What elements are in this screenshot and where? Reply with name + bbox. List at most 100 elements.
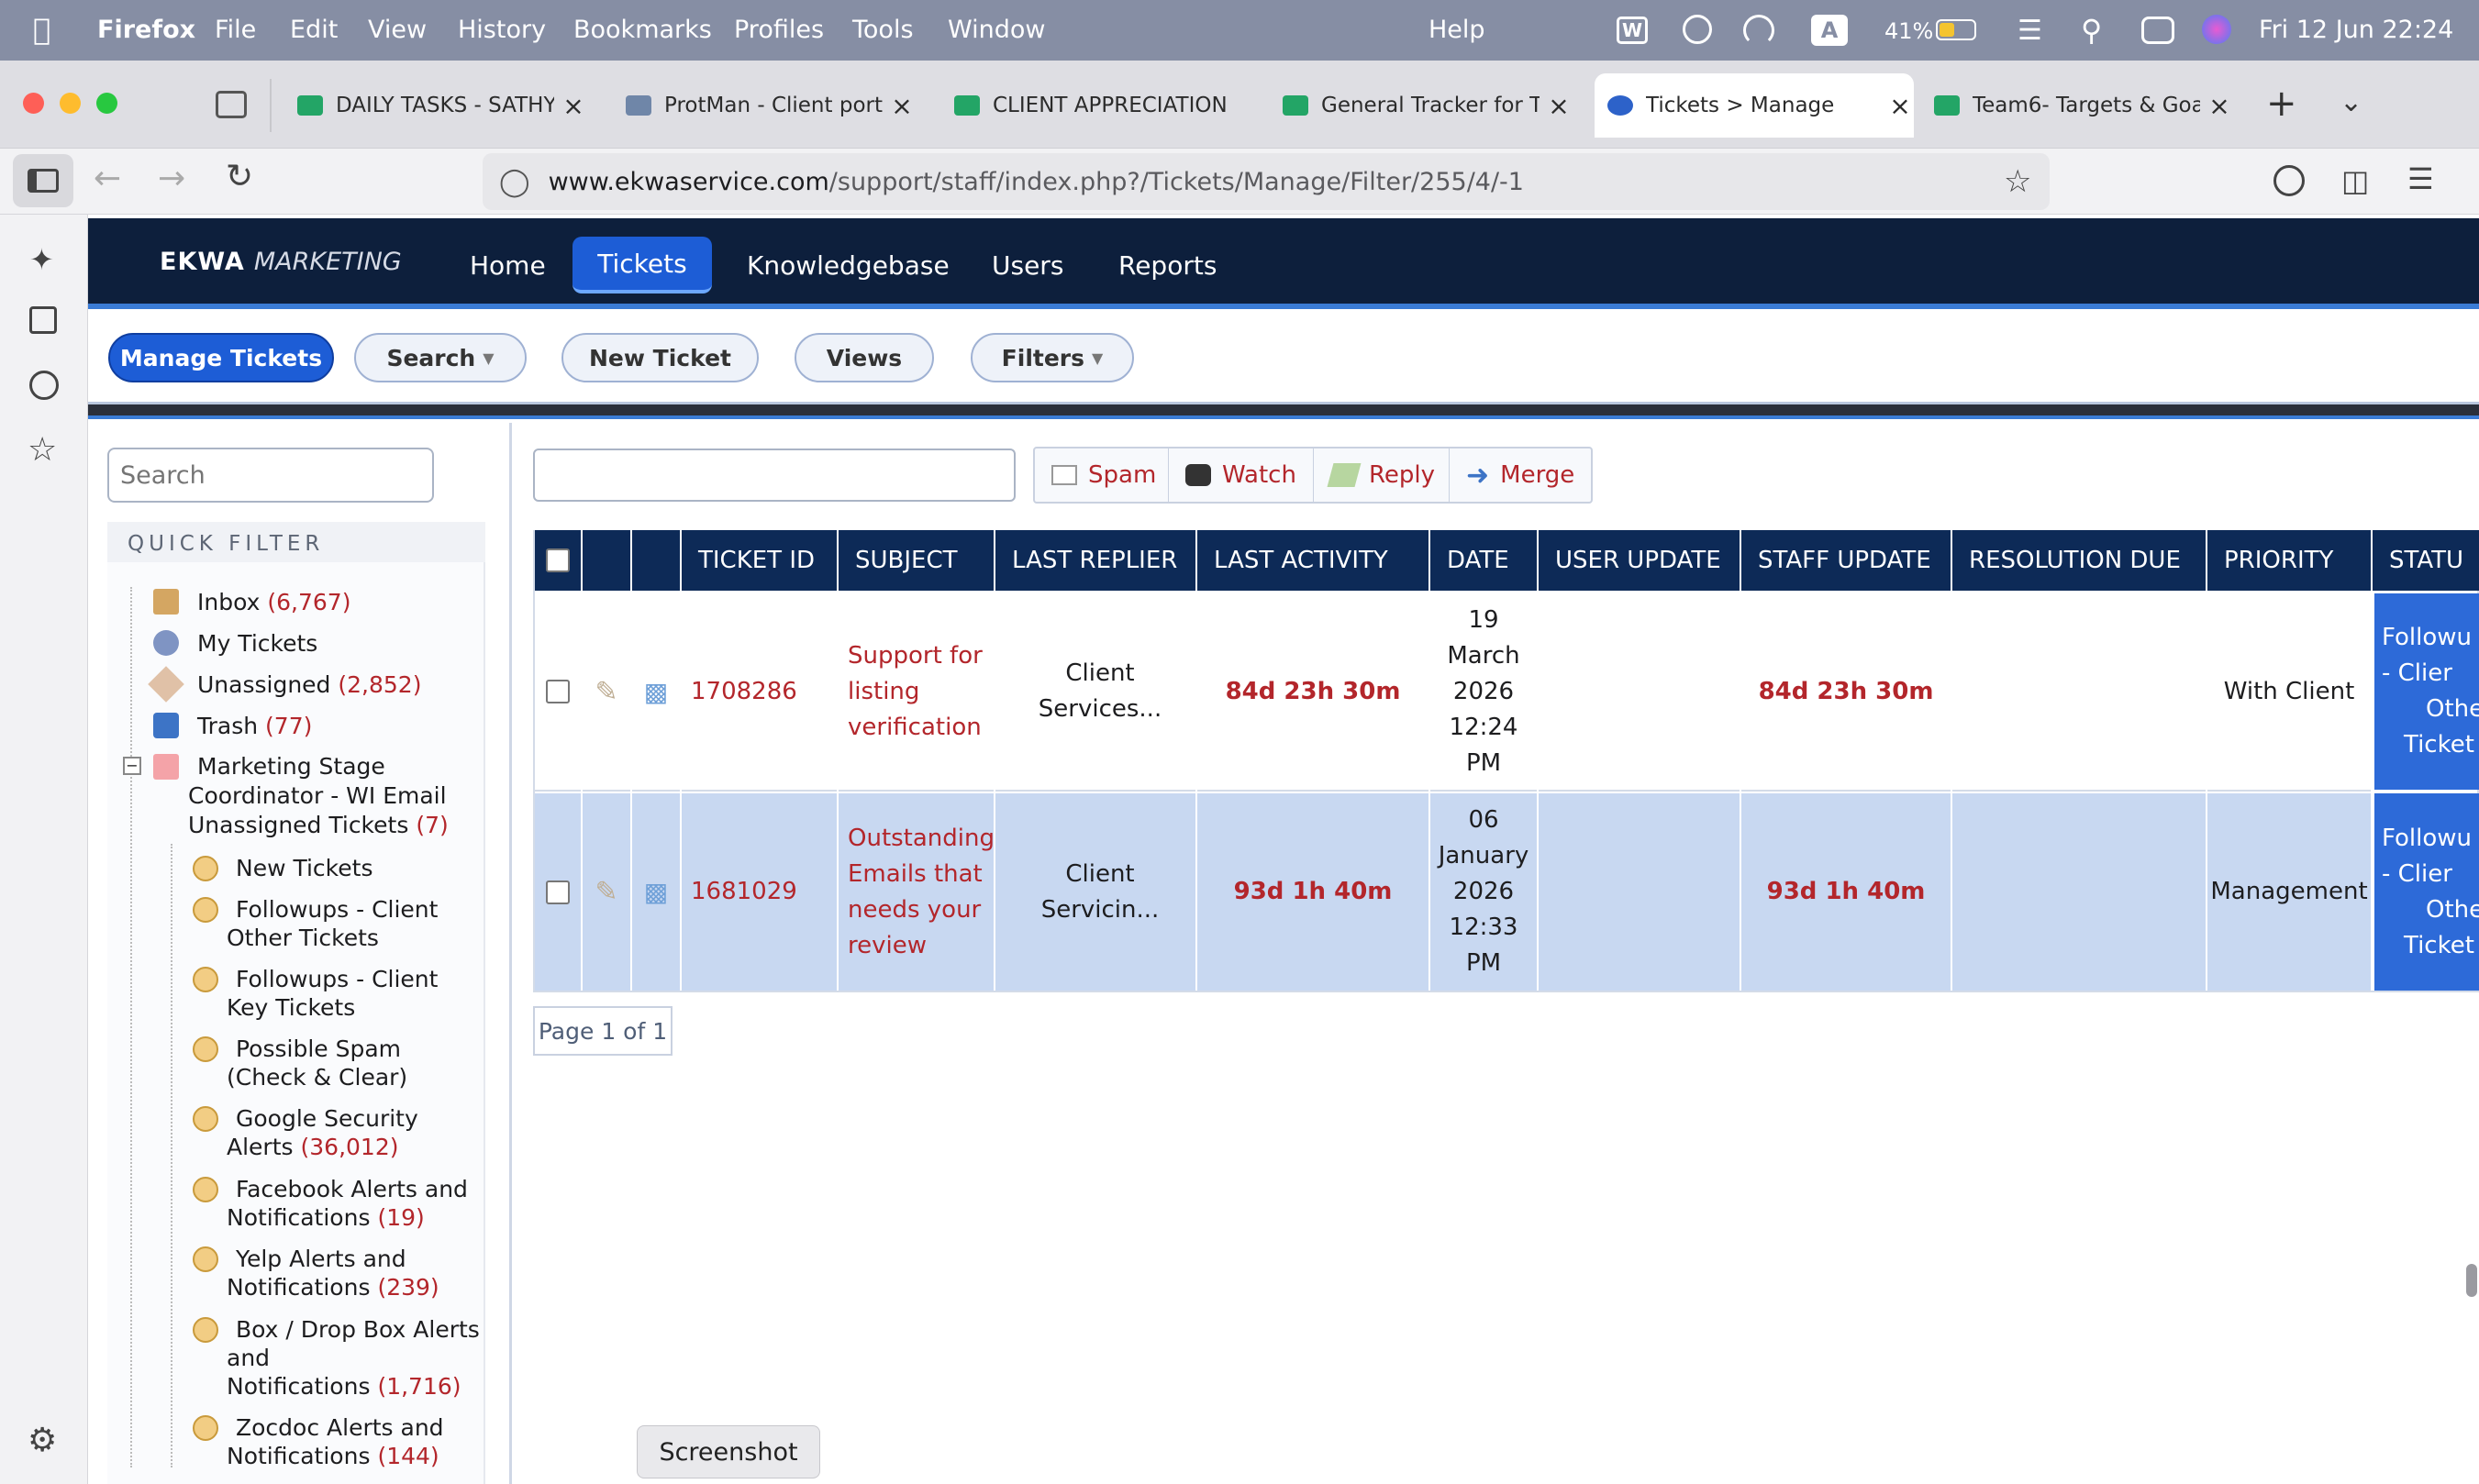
menu-profiles[interactable]: Profiles	[734, 16, 824, 44]
tab-manager-icon[interactable]	[216, 91, 247, 118]
header-resolution-due[interactable]: RESOLUTION DUE	[1952, 530, 2207, 591]
menu-history[interactable]: History	[458, 16, 546, 44]
url-bar[interactable]: ◯ www.ekwaservice.com/support/staff/inde…	[483, 153, 2050, 210]
row-flag-pencil-icon[interactable]: ✎	[583, 793, 632, 991]
tab-close-icon[interactable]: ×	[560, 91, 587, 121]
row-checkbox[interactable]	[546, 880, 570, 904]
tab-daily-tasks[interactable]: DAILY TASKS - SATHYA ×	[284, 73, 587, 138]
view-possible-spam[interactable]: Possible Spam	[236, 1035, 401, 1063]
view-zocdoc-alerts[interactable]: Zocdoc Alerts and	[236, 1413, 444, 1442]
left-search-input[interactable]	[107, 448, 434, 503]
spam-button[interactable]: Spam	[1035, 447, 1169, 504]
filter-inbox[interactable]: Inbox (6,767)	[197, 588, 350, 616]
view-google-security-line2[interactable]: Alerts (36,012)	[227, 1133, 398, 1161]
menubar-clock[interactable]: Fri 12 Jun 22:24	[2259, 16, 2453, 44]
tab-protman[interactable]: ProtMan - Client portfo ×	[613, 73, 916, 138]
view-followups-key[interactable]: Followups - Client	[236, 965, 438, 993]
bookmarks-star-icon[interactable]: ☆	[28, 431, 57, 469]
ai-sparkle-icon[interactable]: ✦	[29, 242, 54, 277]
pagination[interactable]: Page 1 of 1	[533, 1006, 673, 1056]
ticket-subject-link[interactable]: Support for listing verification	[839, 592, 995, 792]
header-user-update[interactable]: USER UPDATE	[1539, 530, 1741, 591]
header-staff-update[interactable]: STAFF UPDATE	[1741, 530, 1952, 591]
menu-view[interactable]: View	[368, 16, 427, 44]
watch-button[interactable]: Watch	[1169, 447, 1314, 504]
ticket-search-input[interactable]	[533, 449, 1016, 502]
header-last-replier[interactable]: LAST REPLIER	[995, 530, 1197, 591]
nav-tickets[interactable]: Tickets	[573, 237, 712, 293]
sidebar-toggle-button[interactable]	[13, 154, 73, 207]
view-yelp-alerts[interactable]: Yelp Alerts and	[236, 1245, 406, 1273]
select-all-checkbox[interactable]	[546, 548, 570, 572]
view-followups-other[interactable]: Followups - Client	[236, 895, 438, 924]
wifi-icon[interactable]: ☰	[2018, 15, 2042, 47]
filter-unassigned[interactable]: Unassigned (2,852)	[197, 670, 421, 699]
new-ticket-button[interactable]: New Ticket	[561, 333, 759, 382]
filter-trash[interactable]: Trash (77)	[197, 712, 312, 740]
nav-knowledgebase[interactable]: Knowledgebase	[717, 237, 979, 293]
filter-group-line1[interactable]: Marketing Stage	[197, 752, 385, 781]
view-yelp-alerts-line2[interactable]: Notifications (239)	[227, 1273, 439, 1301]
apple-icon[interactable]: 	[33, 12, 50, 47]
view-box-alerts[interactable]: Box / Drop Box Alerts	[236, 1315, 480, 1344]
view-facebook-alerts-line2[interactable]: Notifications (19)	[227, 1203, 425, 1232]
view-followups-other-line2[interactable]: Other Tickets	[227, 924, 379, 952]
tab-close-icon[interactable]: ×	[2206, 91, 2233, 121]
back-arrow-icon[interactable]: ←	[94, 160, 121, 197]
views-button[interactable]: Views	[795, 333, 934, 382]
menu-app-name[interactable]: Firefox	[97, 16, 195, 44]
menu-window[interactable]: Window	[948, 16, 1045, 44]
header-date[interactable]: DATE	[1430, 530, 1539, 591]
reply-button[interactable]: Reply	[1314, 447, 1450, 504]
word-icon[interactable]: W	[1617, 17, 1648, 44]
menu-edit[interactable]: Edit	[290, 16, 338, 44]
ticket-id-link[interactable]: 1681029	[682, 793, 839, 991]
menu-bookmarks[interactable]: Bookmarks	[573, 16, 712, 44]
site-logo[interactable]: EKWA MARKETING	[160, 248, 402, 276]
spotlight-search-icon[interactable]: ⚲	[2081, 13, 2102, 48]
input-source-icon[interactable]: A	[1811, 15, 1848, 46]
bookmark-star-icon[interactable]: ☆	[2004, 163, 2031, 200]
list-all-tabs-chevron-icon[interactable]: ⌄	[2340, 86, 2362, 118]
siri-icon[interactable]	[2202, 15, 2231, 44]
tab-team6[interactable]: Team6- Targets & Goal ×	[1921, 73, 2233, 138]
search-dropdown-button[interactable]: Search ▼	[354, 333, 527, 382]
history-clock-icon[interactable]	[29, 371, 59, 400]
tab-close-icon[interactable]: ×	[1886, 91, 1914, 121]
control-center-icon[interactable]	[2141, 17, 2174, 44]
header-priority[interactable]: PRIORITY	[2207, 530, 2373, 591]
menu-help[interactable]: Help	[1428, 16, 1485, 44]
forward-arrow-icon[interactable]: →	[158, 160, 185, 197]
window-close-button[interactable]	[23, 93, 44, 114]
collapse-minus-icon[interactable]: −	[123, 757, 141, 775]
new-tab-plus-icon[interactable]: +	[2266, 83, 2297, 125]
tab-tickets-manage[interactable]: Tickets > Manage ×	[1595, 73, 1914, 138]
manage-tickets-button[interactable]: Manage Tickets	[108, 333, 334, 382]
filter-group-line2[interactable]: Coordinator - WI Email	[188, 781, 447, 810]
filter-my-tickets[interactable]: My Tickets	[197, 629, 317, 658]
nav-home[interactable]: Home	[440, 237, 575, 293]
header-subject[interactable]: SUBJECT	[839, 530, 995, 591]
account-icon[interactable]	[2273, 165, 2305, 196]
header-status[interactable]: STATU	[2373, 530, 2479, 591]
window-minimize-button[interactable]	[60, 93, 81, 114]
header-last-activity[interactable]: LAST ACTIVITY	[1197, 530, 1430, 591]
synced-tabs-icon[interactable]	[29, 306, 57, 334]
view-new-tickets[interactable]: New Tickets	[236, 854, 372, 882]
battery-icon[interactable]	[1936, 19, 1976, 40]
tab-close-icon[interactable]: ×	[1545, 91, 1573, 121]
airdrop-icon[interactable]	[1743, 15, 1774, 46]
view-possible-spam-line2[interactable]: (Check & Clear)	[227, 1063, 407, 1091]
page-scrollbar-thumb[interactable]	[2466, 1264, 2477, 1297]
tab-general-tracker[interactable]: General Tracker for Tea ×	[1270, 73, 1573, 138]
openai-icon[interactable]	[1683, 15, 1712, 44]
reload-icon[interactable]: ↻	[226, 158, 253, 195]
menu-tools[interactable]: Tools	[852, 16, 914, 44]
nav-users[interactable]: Users	[962, 237, 1093, 293]
ticket-id-link[interactable]: 1708286	[682, 592, 839, 792]
ticket-subject-link[interactable]: Outstanding Emails that needs your revie…	[839, 793, 995, 991]
shield-icon[interactable]: ◯	[499, 166, 530, 198]
menu-file[interactable]: File	[215, 16, 256, 44]
header-ticket-id[interactable]: TICKET ID	[682, 530, 839, 591]
filters-dropdown-button[interactable]: Filters ▼	[971, 333, 1134, 382]
